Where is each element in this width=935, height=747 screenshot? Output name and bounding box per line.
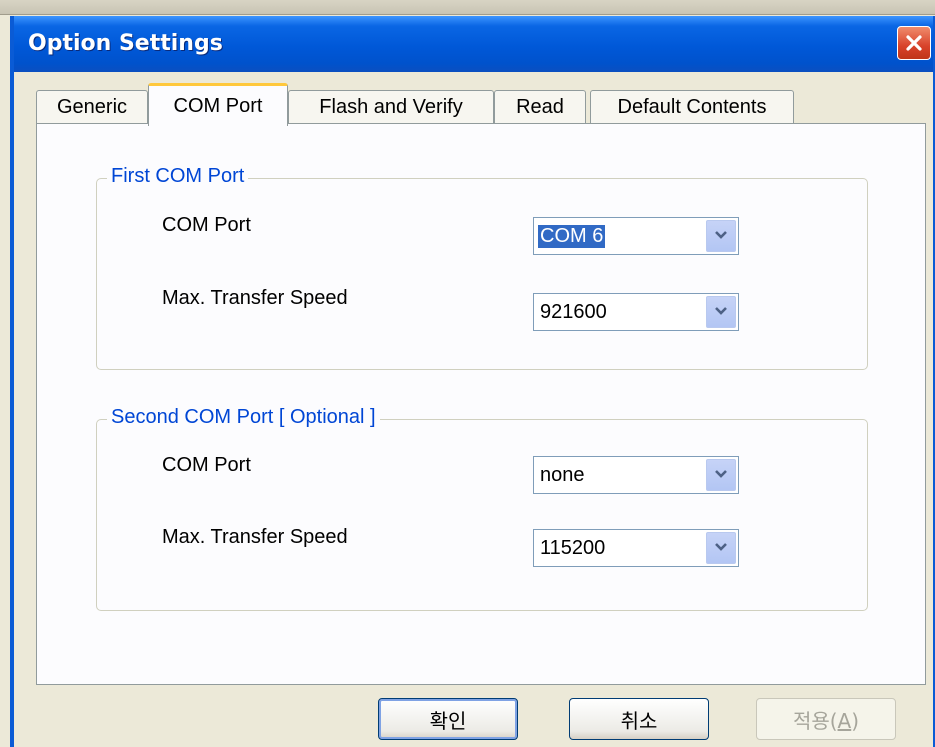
chevron-down-icon	[714, 466, 728, 484]
tab-com-port[interactable]: COM Port	[148, 83, 288, 126]
tab-generic-label: Generic	[56, 96, 128, 118]
dialog-title: Option Settings	[28, 31, 223, 56]
first-speed-select[interactable]: 921600	[533, 293, 739, 331]
tab-generic[interactable]: Generic	[36, 90, 148, 124]
tab-flash-and-verify[interactable]: Flash and Verify	[288, 90, 494, 124]
first-speed-value: 921600	[540, 301, 607, 323]
second-com-port-label: COM Port	[162, 454, 251, 476]
second-speed-value: 115200	[540, 537, 606, 559]
first-com-port-label: COM Port	[162, 214, 251, 236]
apply-close: )	[851, 708, 860, 733]
first-com-port-group: First COM Port COM Port COM 6 Max. Trans…	[96, 165, 868, 370]
first-com-port-dropdown-button[interactable]	[706, 220, 736, 252]
cancel-button-label: 취소	[620, 708, 658, 733]
apply-mnemonic: A	[837, 708, 852, 733]
apply-text: 적용(	[792, 708, 838, 733]
tab-com-port-label: COM Port	[173, 94, 263, 117]
close-icon	[904, 33, 924, 53]
chevron-down-icon	[714, 303, 728, 321]
background-app-toolbar	[0, 0, 935, 15]
second-speed-label: Max. Transfer Speed	[162, 526, 348, 548]
first-com-port-value: COM 6	[538, 225, 606, 248]
second-com-port-group: Second COM Port [ Optional ] COM Port no…	[96, 406, 868, 611]
second-com-port-dropdown-button[interactable]	[706, 459, 736, 491]
tab-read[interactable]: Read	[494, 90, 586, 124]
second-com-port-value: none	[540, 464, 585, 486]
first-speed-dropdown-button[interactable]	[706, 296, 736, 328]
ok-button[interactable]: 확인	[378, 698, 518, 740]
second-speed-dropdown-button[interactable]	[706, 532, 736, 564]
ok-button-label: 확인	[429, 708, 467, 733]
first-speed-label: Max. Transfer Speed	[162, 287, 348, 309]
option-settings-dialog: Option Settings Generic COM Port Flash a…	[10, 16, 935, 747]
second-speed-select[interactable]: 115200	[533, 529, 739, 567]
chevron-down-icon	[714, 227, 728, 245]
first-com-port-group-title: First COM Port	[107, 165, 249, 188]
tab-flash-and-verify-label: Flash and Verify	[319, 96, 463, 118]
title-bar[interactable]: Option Settings	[14, 16, 933, 72]
second-com-port-group-title: Second COM Port [ Optional ]	[107, 406, 380, 429]
chevron-down-icon	[714, 539, 728, 557]
second-com-port-select[interactable]: none	[533, 456, 739, 494]
tab-default-contents[interactable]: Default Contents	[590, 90, 794, 124]
cancel-button[interactable]: 취소	[569, 698, 709, 740]
tab-default-contents-label: Default Contents	[617, 96, 767, 118]
tab-read-label: Read	[516, 96, 564, 118]
apply-button[interactable]: 적용(A)	[756, 698, 896, 740]
first-com-port-select[interactable]: COM 6	[533, 217, 739, 255]
close-button[interactable]	[897, 26, 931, 60]
com-port-tab-panel: First COM Port COM Port COM 6 Max. Trans…	[36, 123, 926, 685]
apply-button-label: 적용(A)	[793, 705, 859, 734]
